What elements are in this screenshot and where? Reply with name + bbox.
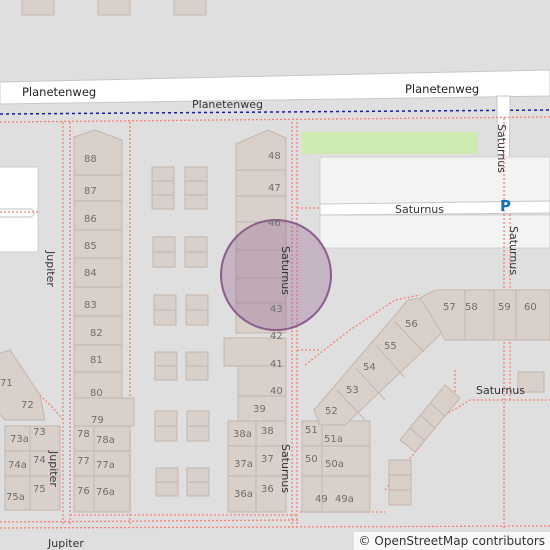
parking-lot	[319, 156, 550, 206]
house-number: 82	[90, 328, 103, 339]
house-number: 41	[270, 359, 283, 370]
house-number: 71	[0, 378, 13, 389]
house-number: 48	[268, 151, 281, 162]
house-number: 38a	[233, 429, 252, 440]
house-number: 76a	[96, 487, 115, 498]
house-number: 51a	[324, 434, 343, 445]
house-number: 53	[346, 385, 359, 396]
house-number: 77a	[96, 460, 115, 471]
street-label-jupiter: Jupiter	[47, 537, 84, 550]
house-number: 54	[363, 362, 376, 373]
house-number: 57	[443, 302, 456, 313]
house-number: 80	[90, 388, 103, 399]
house-number: 42	[270, 331, 283, 342]
street-label-saturnus: Saturnus	[507, 226, 520, 275]
house-number: 84	[84, 268, 97, 279]
house-number: 40	[270, 386, 283, 397]
house-number: 55	[384, 341, 397, 352]
house-number: 39	[253, 404, 266, 415]
street-label-jupiter: Jupiter	[44, 250, 57, 287]
map-attribution: © OpenStreetMap contributors	[353, 532, 550, 550]
path-label-planetenweg: Planetenweg	[192, 98, 263, 111]
house-number: 52	[325, 406, 338, 417]
building	[97, 0, 131, 16]
house-number: 78	[77, 429, 90, 440]
house-number: 81	[90, 355, 103, 366]
grass-area	[302, 132, 478, 154]
building-block-left	[73, 129, 135, 513]
house-number: 43	[270, 304, 283, 315]
house-number: 51	[305, 425, 318, 436]
house-number: 58	[465, 302, 478, 313]
house-number: 72	[21, 400, 34, 411]
house-number: 76	[77, 486, 90, 497]
house-number: 75	[33, 484, 46, 495]
house-number: 50	[305, 454, 318, 465]
house-number: 74	[33, 455, 46, 466]
house-number: 73a	[10, 434, 29, 445]
map-canvas[interactable]: P Planetenweg Planetenweg Planetenweg Sa…	[0, 0, 550, 550]
house-number: 36	[261, 484, 274, 495]
house-number: 87	[84, 186, 97, 197]
house-number: 60	[524, 302, 537, 313]
house-number: 37	[261, 454, 274, 465]
building	[21, 0, 55, 16]
boundary-line	[0, 109, 550, 115]
parking-icon: P	[500, 197, 511, 215]
house-number: 77	[77, 456, 90, 467]
attribution-link[interactable]: OpenStreetMap contributors	[374, 534, 545, 548]
house-number: 49	[315, 494, 328, 505]
street-label-jupiter: Jupiter	[47, 450, 60, 487]
street-label-saturnus: Saturnus	[495, 124, 508, 173]
house-number: 56	[405, 319, 418, 330]
house-number: 36a	[234, 489, 253, 500]
house-number: 73	[33, 427, 46, 438]
house-number: 85	[84, 241, 97, 252]
house-number: 74a	[8, 460, 27, 471]
house-number: 38	[261, 426, 274, 437]
street-label-saturnus: Saturnus	[395, 203, 444, 216]
house-number: 86	[84, 214, 97, 225]
house-number: 78a	[96, 435, 115, 446]
house-number: 49a	[335, 494, 354, 505]
house-number: 37a	[234, 459, 253, 470]
street-label-saturnus: Saturnus	[279, 246, 292, 295]
house-number: 50a	[325, 459, 344, 470]
house-number: 46	[268, 218, 281, 229]
street-label-planetenweg: Planetenweg	[405, 82, 479, 96]
road-stub	[0, 208, 35, 218]
building	[173, 0, 207, 16]
house-number: 75a	[6, 492, 25, 503]
copyright-symbol: ©	[358, 534, 371, 548]
street-label-planetenweg: Planetenweg	[22, 85, 96, 99]
house-number: 59	[498, 302, 511, 313]
map-svg: P Planetenweg Planetenweg Planetenweg Sa…	[0, 0, 550, 550]
house-number: 83	[84, 300, 97, 311]
house-number: 47	[268, 183, 281, 194]
house-number: 88	[84, 154, 97, 165]
house-number: 79	[91, 415, 104, 426]
street-label-saturnus: Saturnus	[279, 444, 292, 493]
street-label-saturnus: Saturnus	[476, 384, 525, 397]
